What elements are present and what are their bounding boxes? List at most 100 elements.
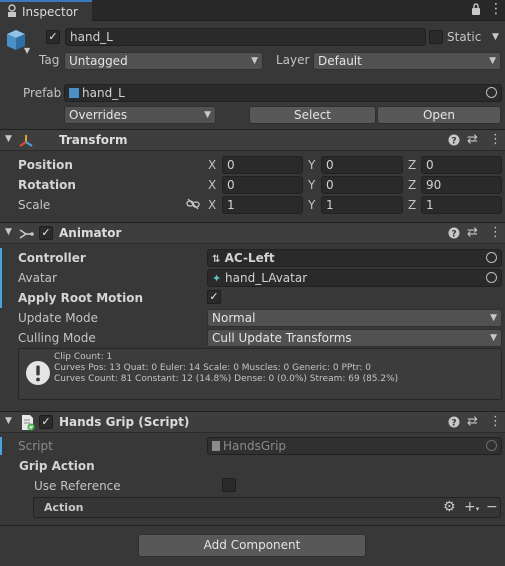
axis-z-label[interactable]: Z <box>408 157 416 173</box>
grip-action-label[interactable]: Grip Action <box>19 458 95 474</box>
update-mode-dropdown[interactable]: Normal ▼ <box>207 309 502 327</box>
axis-x-label[interactable]: X <box>208 177 216 193</box>
more-icon[interactable]: ⋮ <box>489 2 503 16</box>
use-reference-label: Use Reference <box>34 479 121 493</box>
rotation-z-field[interactable]: 90 <box>421 176 502 194</box>
prefab-value: hand_L <box>82 86 125 100</box>
scale-z-field[interactable]: 1 <box>421 196 502 214</box>
remove-icon[interactable]: − <box>486 498 498 516</box>
update-mode-label: Update Mode <box>18 311 98 325</box>
object-name-field[interactable]: hand_L <box>65 28 426 46</box>
preset-icon[interactable]: ⇄ <box>467 132 478 148</box>
axis-z-label[interactable]: Z <box>408 197 416 213</box>
help-icon[interactable]: ? <box>448 414 460 433</box>
position-label: Position <box>18 158 73 172</box>
position-y-field[interactable]: 0 <box>321 156 403 174</box>
static-dropdown-caret[interactable]: ▼ <box>492 32 499 42</box>
svg-text:?: ? <box>451 137 456 147</box>
prefab-field[interactable]: hand_L <box>64 84 502 102</box>
position-z-field[interactable]: 0 <box>421 156 502 174</box>
axis-y-label[interactable]: Y <box>308 177 315 193</box>
position-x-field[interactable]: 0 <box>222 156 303 174</box>
use-reference-checkbox[interactable] <box>222 478 236 492</box>
controller-label: Controller <box>18 251 86 265</box>
avatar-value: hand_LAvatar <box>225 271 308 285</box>
scale-label: Scale <box>18 198 51 212</box>
apply-root-motion-checkbox[interactable]: ✓ <box>207 290 221 304</box>
axis-y-label[interactable]: Y <box>308 197 315 213</box>
svg-text:#: # <box>28 424 33 431</box>
axis-x-label[interactable]: X <box>208 197 216 213</box>
transform-icon <box>18 133 34 152</box>
axis-z-label[interactable]: Z <box>408 177 416 193</box>
more-icon[interactable]: ⋮ <box>489 225 502 241</box>
foldout-arrow-icon[interactable]: ▼ <box>5 134 12 144</box>
constrain-proportions-icon[interactable] <box>186 198 200 213</box>
lock-icon[interactable] <box>470 2 482 19</box>
tag-value: Untagged <box>69 54 128 68</box>
chevron-down-icon: ▼ <box>489 56 496 66</box>
avatar-icon: ✦ <box>212 272 222 285</box>
transform-header[interactable]: ▼ Transform ? ⇄ ⋮ <box>0 129 505 151</box>
more-icon[interactable]: ⋮ <box>489 132 502 148</box>
controller-field[interactable]: ⇅ AC-Left <box>207 249 502 267</box>
prefab-override-marker <box>0 437 2 455</box>
preset-icon[interactable]: ⇄ <box>467 414 478 430</box>
svg-text:?: ? <box>451 419 456 429</box>
preset-icon[interactable]: ⇄ <box>467 225 478 241</box>
chevron-down-icon: ▼ <box>204 110 211 120</box>
chevron-down-icon: ▼ <box>490 313 497 323</box>
script-picker-icon <box>486 440 497 451</box>
culling-mode-dropdown[interactable]: Cull Update Transforms ▼ <box>207 329 502 347</box>
rotation-label: Rotation <box>18 178 76 192</box>
overrides-dropdown[interactable]: Overrides ▼ <box>64 106 216 124</box>
controller-picker-icon[interactable] <box>486 252 497 263</box>
static-label: Static <box>447 30 482 44</box>
layer-label: Layer <box>276 53 310 67</box>
help-icon[interactable]: ? <box>448 132 460 151</box>
select-button[interactable]: Select <box>249 106 376 124</box>
apply-root-motion-label: Apply Root Motion <box>18 291 144 305</box>
layer-dropdown[interactable]: Default ▼ <box>313 52 501 70</box>
overrides-label: Overrides <box>69 108 128 122</box>
chevron-down-icon: ▼ <box>251 56 258 66</box>
avatar-field[interactable]: ✦ hand_LAvatar <box>207 269 502 287</box>
hands-grip-header[interactable]: ▼ # ✓ Hands Grip (Script) ? ⇄ ⋮ <box>0 411 505 433</box>
add-component-button[interactable]: Add Component <box>138 534 366 557</box>
script-value: HandsGrip <box>223 439 287 453</box>
open-button[interactable]: Open <box>377 106 501 124</box>
icon-dropdown-caret[interactable]: ▼ <box>24 46 30 55</box>
chevron-down-icon: ▼ <box>490 333 497 343</box>
static-checkbox[interactable] <box>429 30 443 44</box>
layer-value: Default <box>318 54 362 68</box>
animator-header[interactable]: ▼ ✓ Animator ? ⇄ ⋮ <box>0 222 505 244</box>
animator-enabled-checkbox[interactable]: ✓ <box>39 226 53 240</box>
foldout-arrow-icon[interactable]: ▼ <box>5 416 12 426</box>
avatar-picker-icon[interactable] <box>486 272 497 283</box>
tag-dropdown[interactable]: Untagged ▼ <box>64 52 263 70</box>
divider <box>0 525 505 526</box>
gear-icon[interactable]: ⚙ <box>443 498 456 516</box>
prefab-override-marker <box>0 248 2 308</box>
tab-inspector[interactable]: Inspector <box>0 0 92 22</box>
scale-x-field[interactable]: 1 <box>222 196 303 214</box>
axis-y-label[interactable]: Y <box>308 157 315 173</box>
animator-icon <box>18 226 34 245</box>
prefab-picker-icon[interactable] <box>486 87 497 98</box>
animator-title: Animator <box>59 226 122 240</box>
info-line-clip-count: Clip Count: 1 <box>54 352 113 362</box>
foldout-arrow-icon[interactable]: ▼ <box>5 227 12 237</box>
more-icon[interactable]: ⋮ <box>489 414 502 430</box>
tag-label: Tag <box>39 53 60 67</box>
scale-y-field[interactable]: 1 <box>321 196 403 214</box>
inspector-tab-icon <box>6 4 18 18</box>
culling-mode-value: Cull Update Transforms <box>212 331 352 345</box>
active-checkbox[interactable]: ✓ <box>46 30 60 44</box>
rotation-y-field[interactable]: 0 <box>321 176 403 194</box>
axis-x-label[interactable]: X <box>208 157 216 173</box>
rotation-x-field[interactable]: 0 <box>222 176 303 194</box>
add-icon[interactable]: +▾ <box>464 498 479 518</box>
hands-grip-enabled-checkbox[interactable]: ✓ <box>39 415 53 429</box>
hands-grip-title: Hands Grip (Script) <box>59 415 190 429</box>
help-icon[interactable]: ? <box>448 225 460 244</box>
